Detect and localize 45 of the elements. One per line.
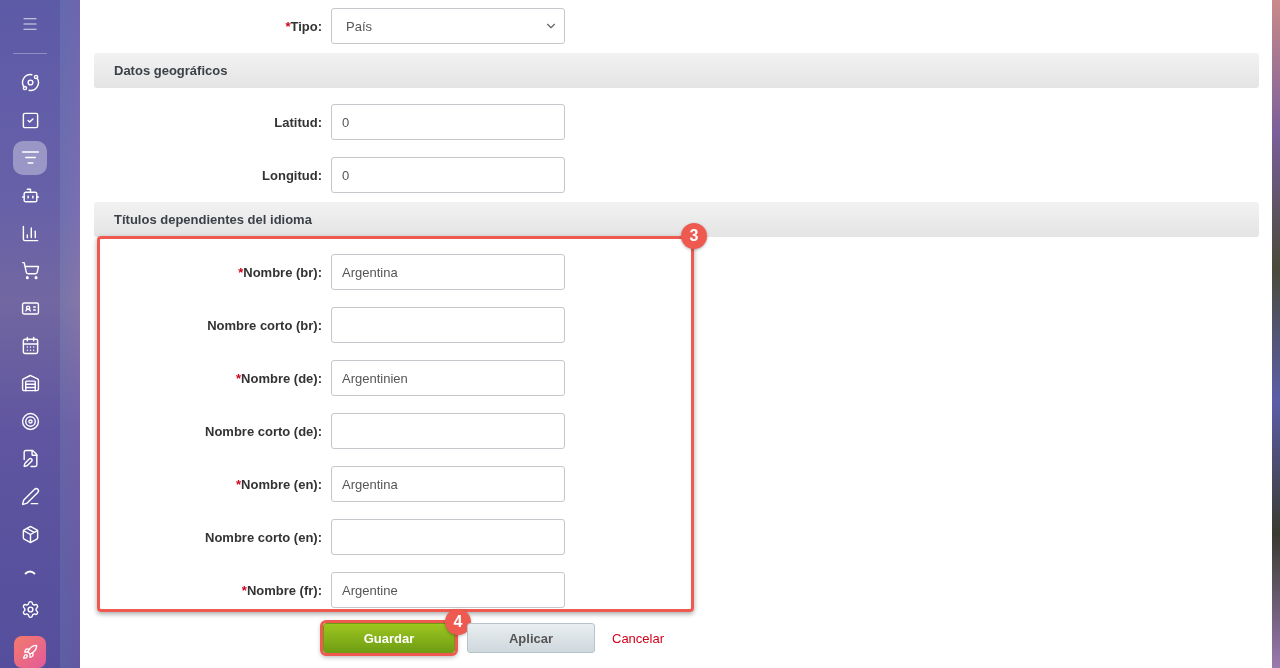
required-mark: * [236, 476, 242, 492]
pen-icon [20, 487, 40, 506]
cancel-link[interactable]: Cancelar [607, 623, 670, 653]
checkbox-icon [20, 110, 40, 130]
input-field[interactable]: 0 [331, 104, 565, 140]
target-icon [20, 411, 40, 431]
field-label: Longitud: [262, 167, 322, 183]
field-label: Tipo: [290, 18, 322, 34]
required-mark: * [285, 18, 291, 34]
input-field[interactable] [331, 519, 565, 555]
field-label: Latitud: [274, 114, 322, 130]
orbit-icon [20, 72, 40, 92]
form-button[interactable]: Aplicar [467, 623, 595, 653]
input-field[interactable] [331, 307, 565, 343]
bar-chart-icon [20, 223, 40, 243]
settings-icon[interactable] [20, 599, 40, 619]
field-label: Nombre (br): [243, 264, 322, 280]
package-icon [20, 524, 40, 544]
field-label: Nombre corto (en): [205, 529, 322, 545]
arc-icon [23, 568, 37, 575]
required-mark: * [236, 370, 242, 386]
required-mark: * [241, 582, 247, 598]
input-field[interactable]: Argentine [331, 572, 565, 608]
field-label: Nombre corto (br): [207, 317, 322, 333]
rocket-icon [22, 644, 38, 661]
cart-icon [20, 261, 40, 281]
input-field[interactable]: Argentinien [331, 360, 565, 396]
app-tile[interactable] [14, 636, 46, 668]
input-field[interactable] [331, 413, 565, 449]
input-field[interactable]: Argentina [331, 466, 565, 502]
required-mark: * [238, 264, 244, 280]
field-label: Nombre corto (de): [205, 423, 322, 439]
garage-icon [20, 374, 40, 394]
robot-icon [20, 185, 40, 205]
field-label: Nombre (en): [241, 476, 322, 492]
field-label: Nombre (fr): [246, 582, 322, 598]
step-badge: 3 [681, 223, 707, 249]
section-header: Datos geográficos [94, 53, 1259, 88]
input-field[interactable]: Argentina [331, 254, 565, 290]
document-edit-icon [20, 449, 40, 469]
calendar-icon [20, 336, 40, 356]
select-field[interactable]: País [331, 8, 565, 44]
sidebar-item[interactable] [13, 140, 47, 175]
field-label: Nombre (de): [241, 370, 322, 386]
input-field[interactable]: 0 [331, 157, 565, 193]
